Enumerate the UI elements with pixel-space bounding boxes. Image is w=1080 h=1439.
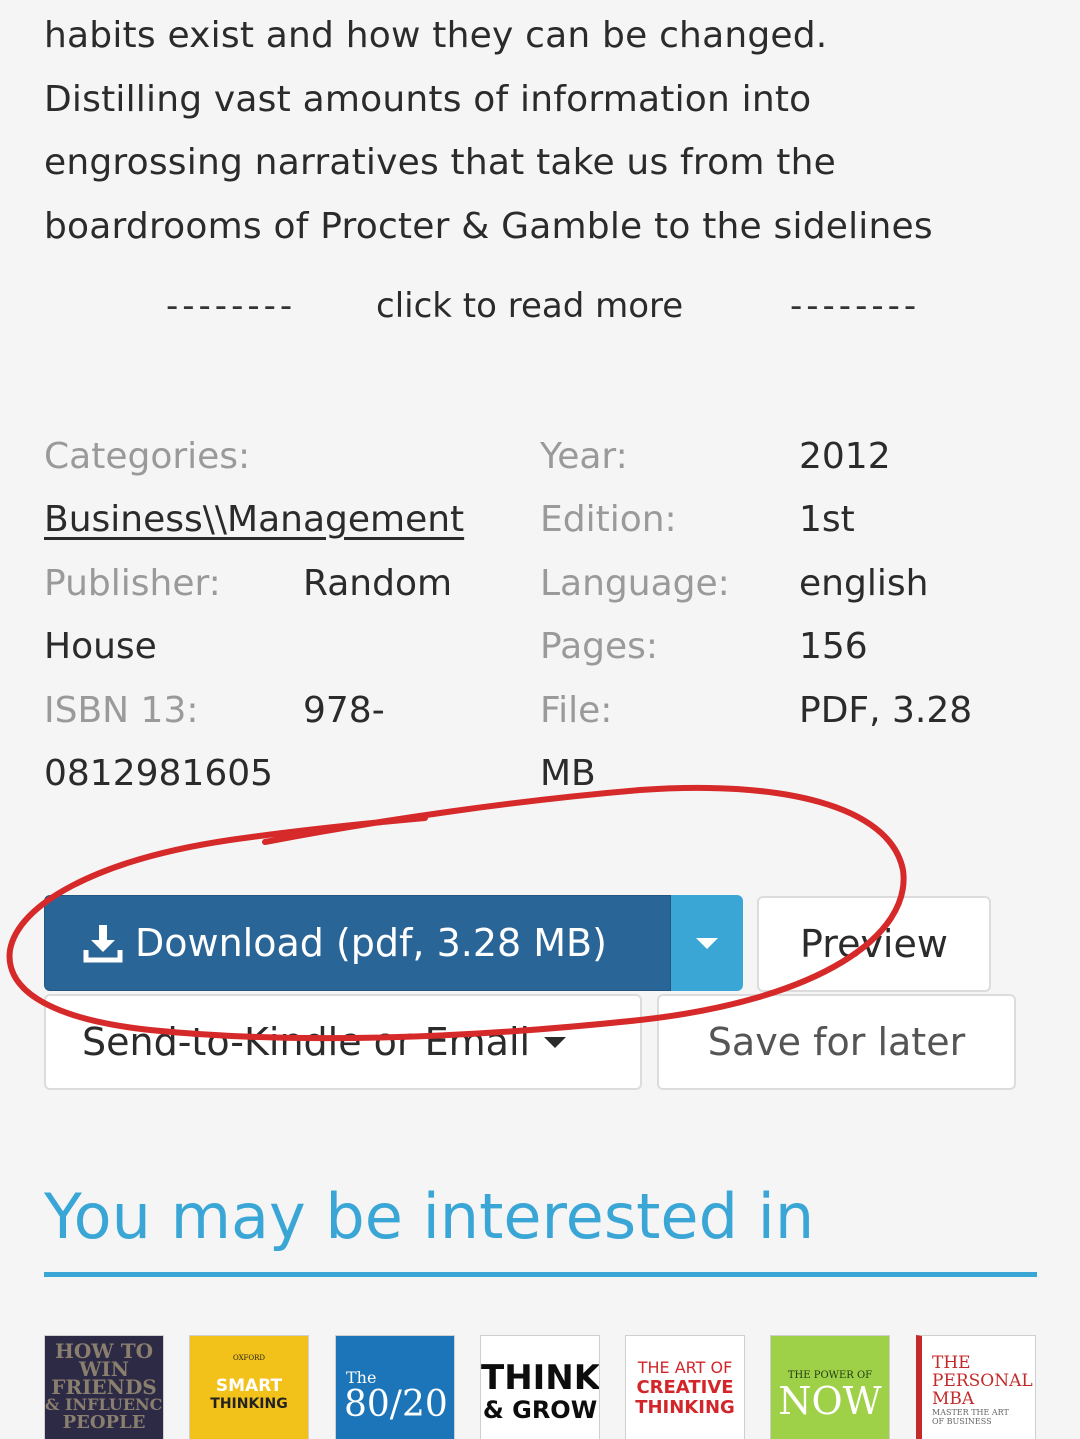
book-cover[interactable]: THE POWER OF NOW: [770, 1335, 890, 1439]
download-icon: [83, 925, 123, 963]
file-value-cont: MB: [540, 753, 596, 794]
book-cover[interactable]: THE ART OF CREATIVE THINKING: [625, 1335, 745, 1439]
preview-button[interactable]: Preview: [757, 896, 991, 992]
file-label: File:: [540, 690, 613, 731]
publisher-value: Random: [303, 563, 453, 604]
year-label: Year:: [540, 436, 628, 477]
file-value: PDF, 3.28: [799, 690, 973, 731]
language-value: english: [799, 563, 929, 604]
year-value: 2012: [799, 436, 891, 477]
read-more-label[interactable]: click to read more: [376, 286, 683, 326]
book-cover[interactable]: THE PERSONAL MBA MASTER THE ART OF BUSIN…: [916, 1335, 1036, 1439]
download-button[interactable]: Download (pdf, 3.28 MB): [44, 895, 671, 991]
preview-label: Preview: [800, 922, 948, 966]
send-to-kindle-label: Send-to-Kindle or Email: [82, 1020, 531, 1064]
publisher-label: Publisher:: [44, 563, 221, 604]
isbn-value: 978-: [303, 690, 385, 731]
isbn-label: ISBN 13:: [44, 690, 199, 731]
related-section-title: You may be interested in: [44, 1180, 815, 1253]
description-line: habits exist and how they can be changed…: [44, 15, 828, 56]
edition-value: 1st: [799, 499, 855, 540]
send-to-kindle-button[interactable]: Send-to-Kindle or Email: [44, 994, 642, 1090]
book-cover[interactable]: HOW TO WIN FRIENDS & INFLUENCE PEOPLE: [44, 1335, 164, 1439]
book-cover[interactable]: OXFORD SMART THINKING: [189, 1335, 309, 1439]
isbn-value-cont: 0812981605: [44, 753, 274, 794]
save-for-later-button[interactable]: Save for later: [657, 994, 1016, 1090]
download-options-dropdown[interactable]: [671, 895, 743, 991]
language-label: Language:: [540, 563, 730, 604]
save-for-later-label: Save for later: [707, 1020, 966, 1064]
chevron-down-icon: [696, 937, 718, 949]
description-line: Distilling vast amounts of information i…: [44, 78, 812, 120]
pages-label: Pages:: [540, 626, 659, 667]
book-description: habits exist and how they can be changed…: [44, 4, 1044, 258]
edition-label: Edition:: [540, 499, 677, 540]
description-line: boardrooms of Procter & Gamble to the si…: [44, 205, 933, 247]
read-more-toggle[interactable]: -------- click to read more --------: [0, 286, 1080, 336]
section-divider: [44, 1272, 1037, 1277]
book-cover[interactable]: The 80/20: [335, 1335, 455, 1439]
categories-link[interactable]: Business\\Management: [44, 499, 464, 540]
read-more-right-dashes: --------: [790, 286, 921, 326]
chevron-down-icon: [544, 1036, 567, 1048]
download-label: Download (pdf, 3.28 MB): [135, 921, 607, 965]
book-cover[interactable]: THINK & GROW: [480, 1335, 600, 1439]
pages-value: 156: [799, 626, 868, 667]
categories-label: Categories:: [44, 436, 251, 477]
description-line: engrossing narratives that take us from …: [44, 142, 836, 183]
publisher-value-cont: House: [44, 626, 157, 667]
related-books-row: HOW TO WIN FRIENDS & INFLUENCE PEOPLE OX…: [0, 1335, 1080, 1439]
read-more-left-dashes: --------: [166, 286, 297, 326]
